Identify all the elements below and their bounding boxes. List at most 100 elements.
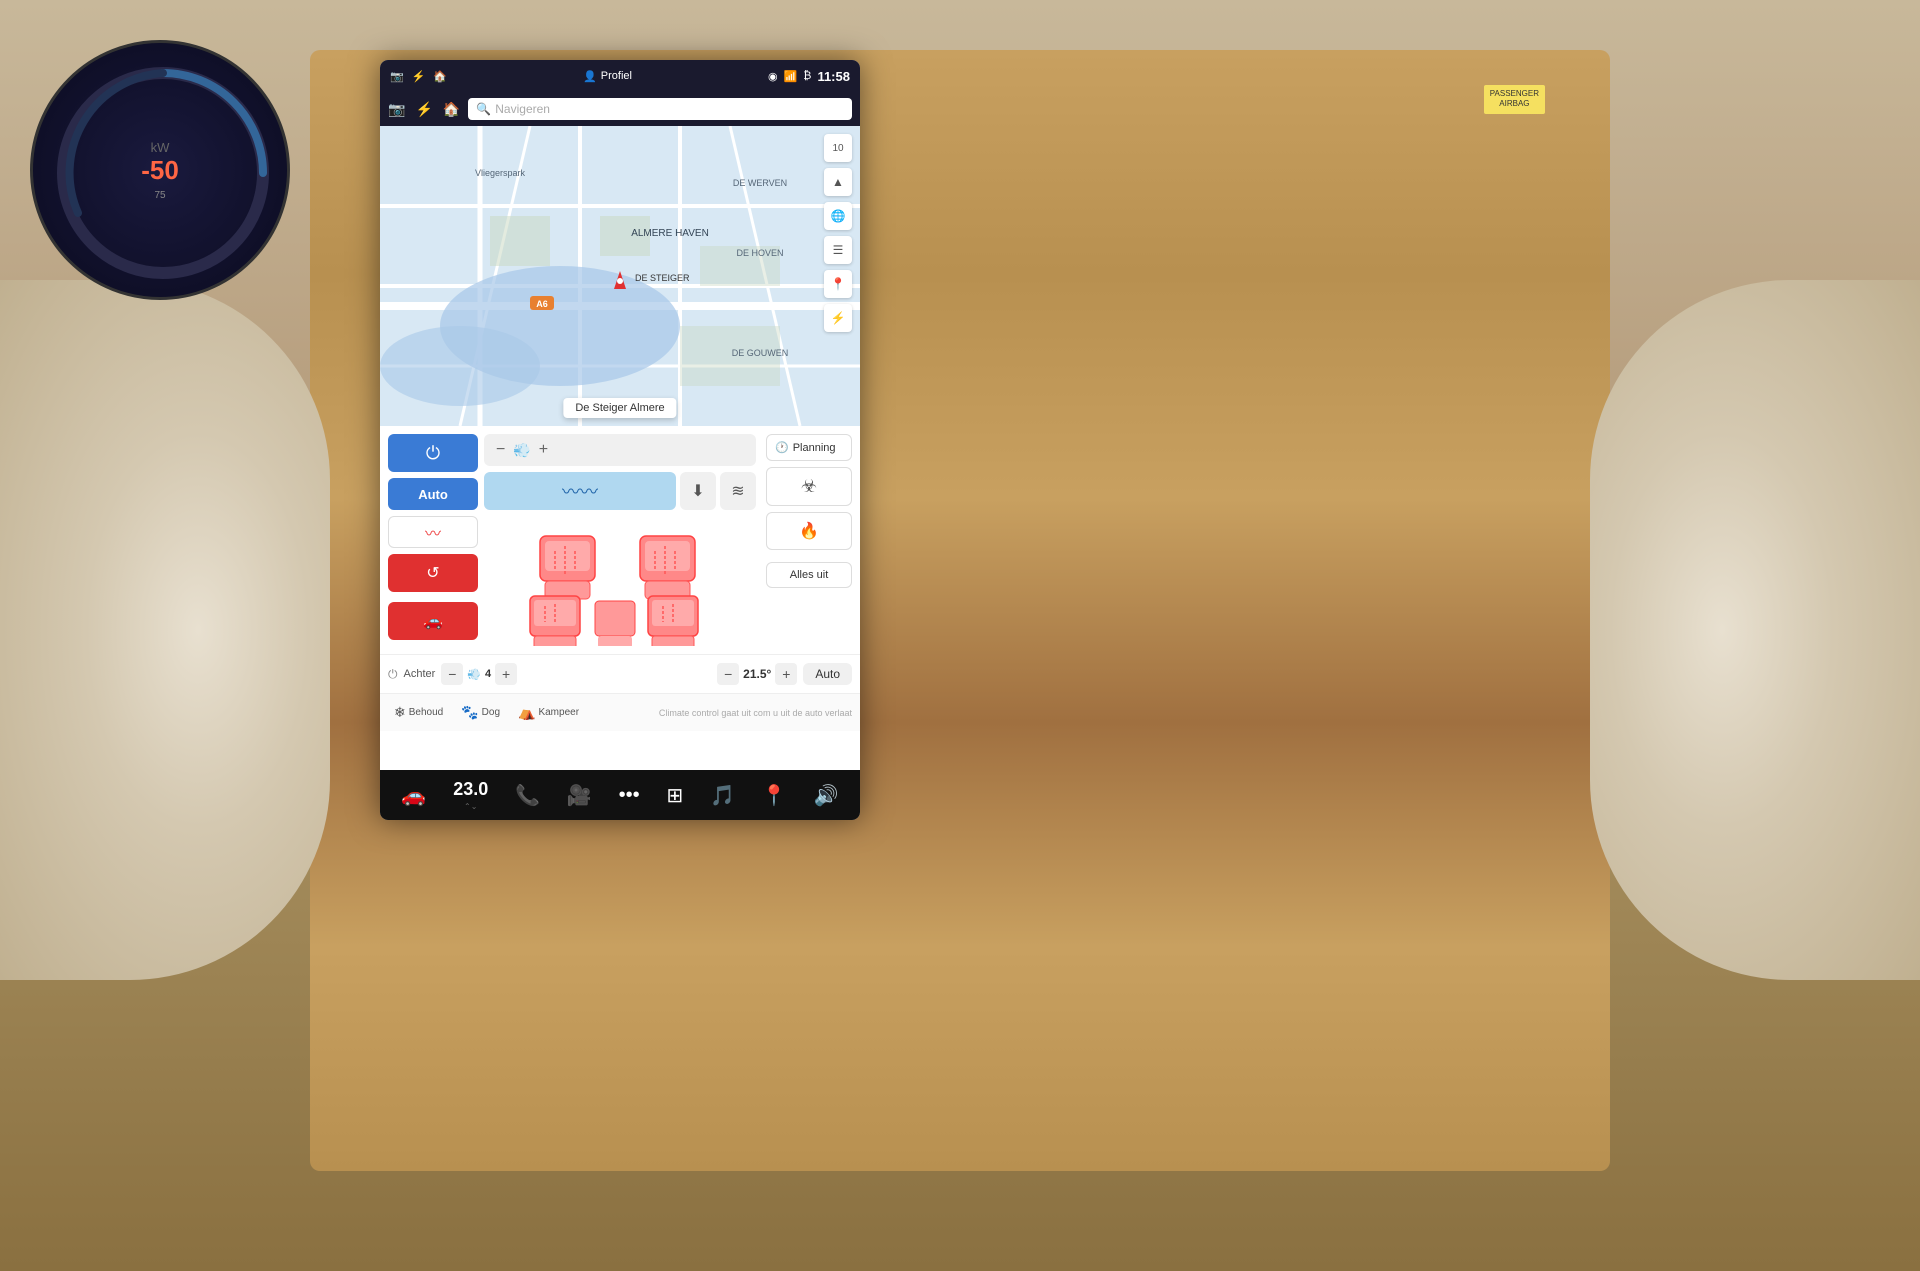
temp-auto-button[interactable]: Auto [803, 663, 852, 685]
right-controls: 🕐 Planning ☣ 🔥 Alles uit [762, 434, 852, 588]
profile-button[interactable]: 👤 Profiel [583, 70, 632, 83]
clock-icon: 🕐 [775, 441, 789, 454]
clock: 11:58 [817, 69, 850, 84]
behoud-button[interactable]: ❄ Behoud [388, 700, 449, 725]
map-area[interactable]: A6 ALMERE HAVEN DE HOVEN Vliegerspark DE… [380, 126, 860, 426]
airbag-warning: PASSENGERAIRBAG [1484, 85, 1545, 114]
fan-icon-small: 💨 [467, 668, 481, 681]
vent-feet-button[interactable]: ⬇ [680, 472, 716, 510]
nav-bar: 📷 ⚡ 🏠 🔍 Navigeren [380, 92, 860, 126]
defrost2-button[interactable]: 🚗 [388, 602, 478, 640]
map-controls: 10 ▲ 🌐 ☰ 📍 ⚡ [824, 134, 852, 332]
taskbar-grid[interactable]: ⊞ [667, 783, 684, 808]
taskbar-spotify-icon: 🎵 [710, 783, 735, 808]
preset-row: ❄ Behoud 🐾 Dog ⛺ Kampeer Climate control… [380, 693, 860, 731]
kampeer-icon: ⛺ [518, 704, 535, 721]
bolt-icon: ⚡ [412, 70, 426, 83]
fan-temp-section: − 💨 4 + [441, 663, 517, 685]
taskbar-grid-icon: ⊞ [667, 783, 684, 808]
seat-left [0, 280, 330, 980]
dog-icon: 🐾 [461, 704, 478, 721]
globe-btn[interactable]: 🌐 [824, 202, 852, 230]
location-name: De Steiger [575, 402, 627, 414]
kampeer-label: Kampeer [538, 707, 579, 718]
fan-plus-btn[interactable]: + [495, 663, 517, 685]
location-popup: De Steiger Almere [563, 398, 676, 418]
taskbar-spotify[interactable]: 🎵 [710, 783, 735, 808]
alles-uit-label: Alles uit [790, 569, 829, 581]
auto-button[interactable]: Auto [388, 478, 478, 510]
planning-button[interactable]: 🕐 Planning [766, 434, 852, 461]
nav-home-icon[interactable]: 🏠 [443, 101, 460, 118]
seat-right [1590, 280, 1920, 980]
search-bar[interactable]: 🔍 Navigeren [468, 98, 852, 120]
alles-uit-button[interactable]: Alles uit [766, 562, 852, 588]
fan-minus-btn[interactable]: − [441, 663, 463, 685]
taskbar-map-icon: 📍 [762, 783, 787, 808]
temp-plus-btn[interactable]: + [775, 663, 797, 685]
vent-face-button[interactable]: 〰〰 [484, 472, 676, 510]
bluetooth-icon: ₿ [803, 70, 811, 82]
lightning-btn[interactable]: ⚡ [824, 304, 852, 332]
preset-note: Climate control gaat uit com u uit de au… [591, 708, 852, 718]
gps-icon: ◉ [768, 70, 778, 83]
svg-text:DE GOUWEN: DE GOUWEN [732, 348, 789, 358]
fan-plus-button[interactable]: + [535, 441, 552, 459]
taskbar-dots-icon: ••• [619, 784, 640, 807]
biohazard-button[interactable]: ☣ [766, 467, 852, 506]
vent-row: 〰〰 ⬇ ≋ [484, 472, 756, 510]
kampeer-button[interactable]: ⛺ Kampeer [512, 700, 585, 725]
nav-bolt-icon[interactable]: ⚡ [415, 101, 432, 118]
svg-text:DE HOVEN: DE HOVEN [736, 248, 783, 258]
compass-btn[interactable]: ▲ [824, 168, 852, 196]
behoud-icon: ❄ [394, 704, 406, 721]
profile-icon: 👤 [583, 70, 597, 83]
profile-label: Profiel [601, 70, 632, 82]
temp-minus-btn[interactable]: − [717, 663, 739, 685]
home-icon: 🏠 [433, 70, 447, 83]
fan-minus-button[interactable]: − [492, 441, 509, 459]
center-controls: − 💨 + 〰〰 ⬇ ≋ [478, 434, 762, 646]
car-visualization [484, 516, 756, 646]
top-controls: ⏻ Auto 〰 ↺ 🚗 − 💨 + 〰〰 ⬇ ≋ [380, 426, 860, 654]
defrost-button[interactable]: ↺ [388, 554, 478, 592]
left-buttons: ⏻ Auto 〰 ↺ 🚗 [388, 434, 478, 640]
seat-heat-button[interactable]: 〰 [388, 516, 478, 548]
taskbar-temp-display: 23.0 ⌃⌄ [453, 779, 488, 811]
biohazard-icon: ☣ [801, 476, 817, 497]
seat-heat-right-button[interactable]: 🔥 [766, 512, 852, 550]
dog-button[interactable]: 🐾 Dog [455, 700, 506, 725]
taskbar-dots[interactable]: ••• [619, 784, 640, 807]
nav-camera-icon[interactable]: 📷 [388, 101, 405, 118]
taskbar-camera[interactable]: 🎥 [567, 783, 592, 808]
taskbar-arrows: ⌃⌄ [464, 802, 477, 811]
dog-label: Dog [482, 707, 500, 718]
car-seats-svg [520, 516, 720, 646]
zoom-indicator[interactable]: 10 [824, 134, 852, 162]
temp-section: − 21.5° + [717, 663, 797, 685]
list-btn[interactable]: ☰ [824, 236, 852, 264]
signal-icon: 📶 [784, 70, 798, 83]
taskbar-phone[interactable]: 📞 [515, 783, 540, 808]
taskbar-car-icon: 🚗 [401, 783, 426, 808]
pin-btn[interactable]: 📍 [824, 270, 852, 298]
taskbar-car[interactable]: 🚗 [401, 783, 426, 808]
map-svg: A6 ALMERE HAVEN DE HOVEN Vliegerspark DE… [380, 126, 860, 426]
search-icon: 🔍 [476, 102, 491, 116]
svg-text:DE WERVEN: DE WERVEN [733, 178, 787, 188]
fan-speed-row: − 💨 + [484, 434, 756, 466]
location-city: Almere [630, 402, 665, 414]
vent-defrost-btn[interactable]: ≋ [720, 472, 756, 510]
fan-value-small: 4 [485, 668, 491, 680]
svg-text:ALMERE HAVEN: ALMERE HAVEN [631, 228, 709, 239]
power-button[interactable]: ⏻ [388, 434, 478, 472]
camera-icon: 📷 [390, 70, 404, 83]
heat-right-icon: 🔥 [799, 521, 819, 541]
taskbar-map[interactable]: 📍 [762, 783, 787, 808]
taskbar-volume[interactable]: 🔊 [814, 783, 839, 808]
nav-icons: 📷 ⚡ 🏠 [388, 101, 460, 118]
taskbar-volume-icon: 🔊 [814, 783, 839, 808]
climate-area: ⏻ Auto 〰 ↺ 🚗 − 💨 + 〰〰 ⬇ ≋ [380, 426, 860, 770]
status-bar: 📷 ⚡ 🏠 👤 Profiel ◉ 📶 ₿ 11:58 [380, 60, 860, 92]
status-icons-left: 📷 ⚡ 🏠 [390, 70, 447, 83]
